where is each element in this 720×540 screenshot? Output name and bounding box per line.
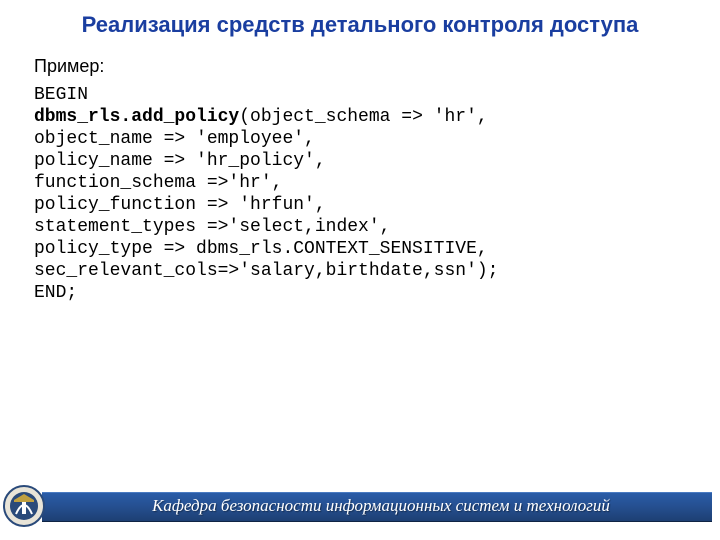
code-line: BEGIN — [34, 85, 88, 105]
code-line: sec_relevant_cols=>'salary,birthdate,ssn… — [34, 261, 498, 281]
code-block: BEGIN dbms_rls.add_policy(object_schema … — [34, 84, 694, 304]
code-line-bold: dbms_rls.add_policy — [34, 107, 239, 127]
code-line: object_name => 'employee', — [34, 129, 315, 149]
slide-title: Реализация средств детального контроля д… — [0, 12, 720, 38]
footer-text: Кафедра безопасности информационных сист… — [50, 492, 712, 520]
code-line: statement_types =>'select,index', — [34, 217, 390, 237]
slide: Реализация средств детального контроля д… — [0, 0, 720, 540]
code-line: policy_function => 'hrfun', — [34, 195, 326, 215]
code-line: policy_type => dbms_rls.CONTEXT_SENSITIV… — [34, 239, 488, 259]
code-line: (object_schema => 'hr', — [239, 107, 487, 127]
example-label: Пример: — [34, 56, 104, 77]
code-line: function_schema =>'hr', — [34, 173, 282, 193]
footer: Кафедра безопасности информационных сист… — [0, 484, 720, 528]
code-line: END; — [34, 283, 77, 303]
university-logo-icon — [2, 484, 46, 528]
code-line: policy_name => 'hr_policy', — [34, 151, 326, 171]
